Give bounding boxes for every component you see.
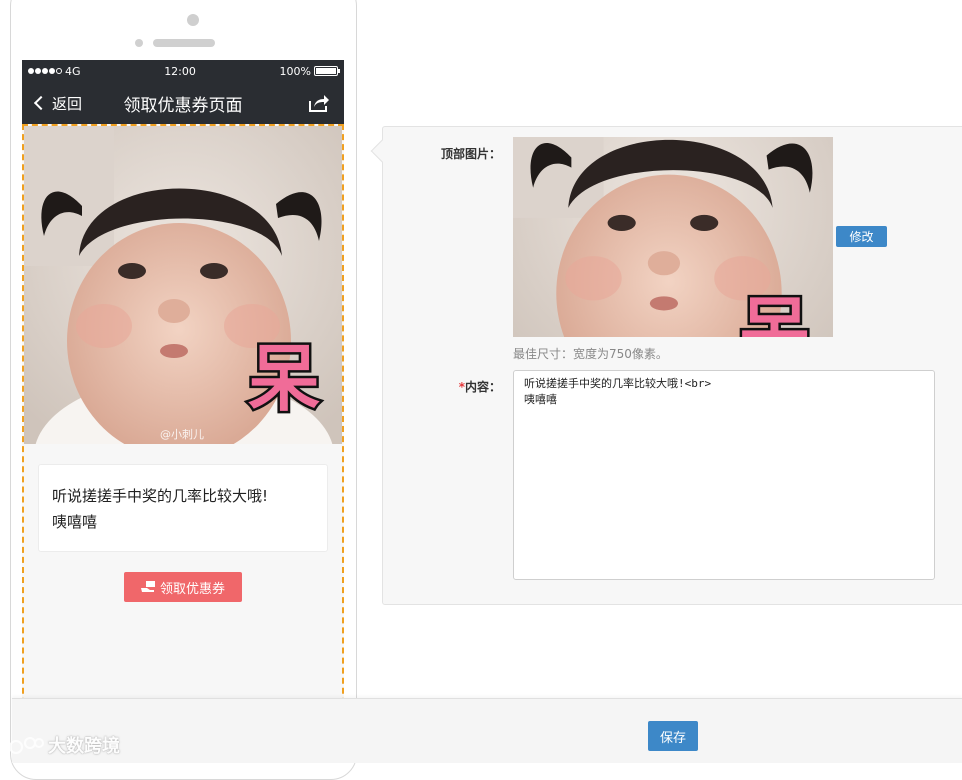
size-hint: 最佳尺寸：宽度为750像素。 xyxy=(513,347,668,361)
baby-photo-thumb: 呆 xyxy=(513,137,833,337)
content-label: *内容： xyxy=(391,378,501,395)
panel-pointer xyxy=(370,139,394,163)
battery-percent: 100% xyxy=(279,64,311,78)
signal-icon xyxy=(28,68,62,74)
content-line: 听说搓搓手中奖的几率比较大哦! xyxy=(52,487,269,505)
top-image-label: 顶部图片： xyxy=(440,147,501,161)
status-bar: 4G 12:00 100% xyxy=(22,60,344,82)
network-type: 4G xyxy=(65,64,81,78)
save-button[interactable]: 保存 xyxy=(648,721,698,751)
clock: 12:00 xyxy=(164,64,196,78)
site-watermark: 大数跨境 xyxy=(8,732,120,758)
claim-coupon-button[interactable]: 领取优惠券 xyxy=(124,572,242,602)
content-card: 听说搓搓手中奖的几率比较大哦! 咦嘻嘻 xyxy=(38,464,328,552)
content-textarea[interactable]: 听说搓搓手中奖的几率比较大哦!<br> 咦嘻嘻 xyxy=(513,370,935,580)
chevron-left-icon xyxy=(33,95,49,111)
back-label: 返回 xyxy=(52,94,83,113)
phone-navbar: 返回 领取优惠券页面 xyxy=(22,82,344,124)
hand-coupon-icon xyxy=(140,581,155,592)
battery-icon xyxy=(314,66,340,76)
page-title: 领取优惠券页面 xyxy=(123,95,243,116)
edit-image-button[interactable]: 修改 xyxy=(836,226,887,247)
sensor-dot xyxy=(135,39,143,47)
share-icon[interactable] xyxy=(308,93,330,113)
top-image: 呆 @小刺儿 xyxy=(24,126,342,444)
bottom-action-bar: 保存 xyxy=(12,698,962,763)
front-camera xyxy=(187,14,199,26)
watermark-logo-icon xyxy=(9,737,44,754)
image-badge: 呆 xyxy=(738,291,811,337)
baby-photo: 呆 @小刺儿 xyxy=(24,126,342,444)
content-label-text: 内容： xyxy=(464,380,501,394)
phone-screen: 4G 12:00 100% 返回 领取优惠券页面 呆 @小刺儿 听说搓搓手中奖的… xyxy=(22,60,344,700)
earpiece-speaker xyxy=(153,39,215,47)
watermark-text: 大数跨境 xyxy=(48,736,120,757)
top-image-preview: 呆 xyxy=(513,137,833,337)
settings-panel: 顶部图片： 呆 修改 最佳尺寸：宽度为750像素。 *内容： 听说搓搓手中奖的几… xyxy=(370,126,962,605)
image-badge: 呆 xyxy=(248,337,320,421)
claim-coupon-label: 领取优惠券 xyxy=(159,581,225,597)
content-line: 咦嘻嘻 xyxy=(52,513,98,531)
editable-content-area[interactable]: 呆 @小刺儿 听说搓搓手中奖的几率比较大哦! 咦嘻嘻 领取优惠券 xyxy=(22,124,344,700)
back-button[interactable]: 返回 xyxy=(32,82,82,124)
image-watermark: @小刺儿 xyxy=(160,428,204,441)
